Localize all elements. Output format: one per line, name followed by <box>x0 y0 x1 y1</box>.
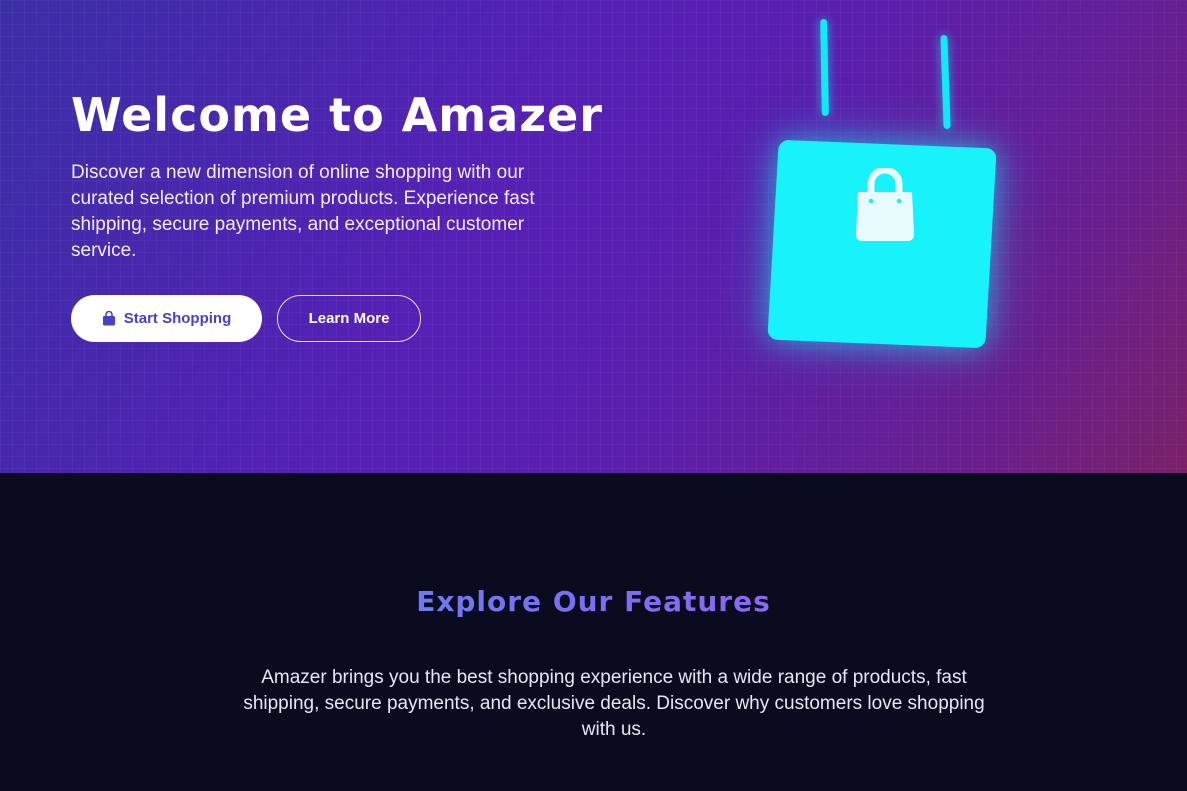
shopping-bag-icon <box>102 311 115 326</box>
start-shopping-label: Start Shopping <box>123 310 232 327</box>
hero-description: Discover a new dimension of online shopp… <box>71 162 535 261</box>
hero-section: Welcome to Amazer Discover a new dimensi… <box>0 0 1187 473</box>
learn-more-button[interactable]: Learn More <box>277 295 421 342</box>
start-shopping-button[interactable]: Start Shopping <box>71 295 262 342</box>
hero-title: Welcome to Amazer <box>71 88 603 142</box>
features-title: Explore Our Features <box>0 585 1187 618</box>
learn-more-label: Learn More <box>308 310 390 327</box>
features-description: Amazer brings you the best shopping expe… <box>243 667 985 740</box>
features-section: Explore Our Features Amazer brings you t… <box>0 473 1187 791</box>
